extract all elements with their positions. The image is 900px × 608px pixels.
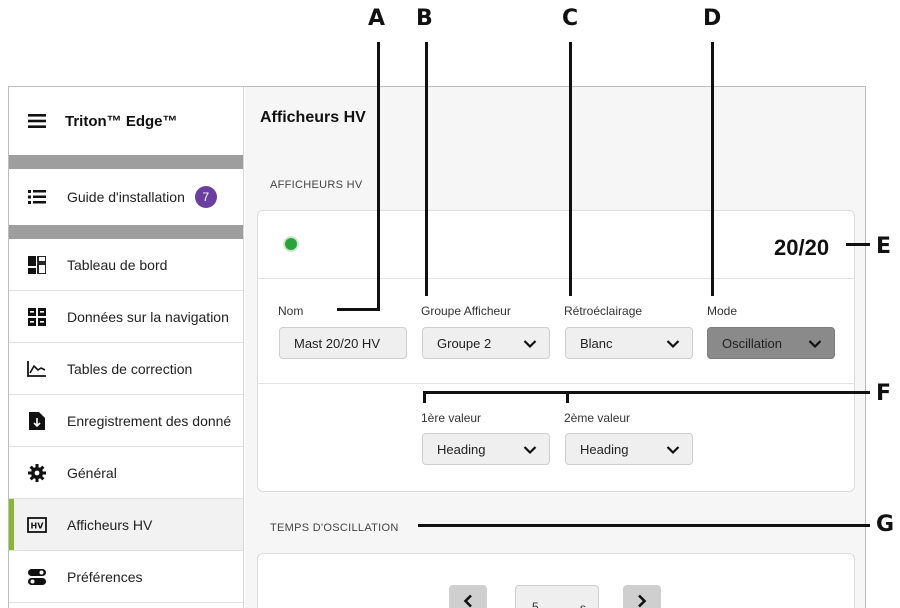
- count-badge: 7: [194, 186, 217, 208]
- correction-table-icon: [27, 359, 47, 379]
- callout-line-b: [425, 42, 428, 296]
- callout-line-f-right: [566, 391, 569, 403]
- second-value-select[interactable]: Heading: [565, 433, 693, 465]
- data-logging-icon: [27, 411, 47, 431]
- callout-line-d: [711, 42, 714, 296]
- callout-line-e: [846, 243, 870, 246]
- mode-label: Mode: [707, 304, 738, 318]
- hamburger-menu-icon[interactable]: [27, 111, 47, 131]
- sidebar-item-correction-tables[interactable]: Tables de correction: [9, 343, 243, 395]
- sidebar-item-setup-guide[interactable]: Guide d'installation 7: [9, 169, 243, 225]
- callout-a: A: [368, 6, 386, 31]
- sidebar-item-label: Enregistrement des donné: [67, 412, 232, 429]
- chevron-right-icon: [638, 594, 647, 608]
- toggles-icon: [27, 567, 47, 587]
- callout-line-f-horizontal: [423, 391, 870, 394]
- sidebar-item-label: Général: [67, 464, 117, 481]
- backlight-value: Blanc: [580, 335, 613, 351]
- callout-g: G: [876, 512, 895, 537]
- sidebar-item-label: Tableau de bord: [67, 256, 168, 273]
- sidebar-item-hv-displays[interactable]: HV Afficheurs HV: [9, 499, 243, 551]
- callout-line-f-left: [423, 391, 426, 403]
- app-window: Triton™ Edge™ Guide d'installation 7 Tab…: [8, 86, 866, 608]
- callout-d: D: [703, 6, 722, 31]
- oscillation-time-value: 5: [532, 600, 539, 608]
- sidebar-item-preferences[interactable]: Préférences: [9, 551, 243, 603]
- app-title: Triton™ Edge™: [65, 112, 178, 130]
- display-group-label: Groupe Afficheur: [421, 304, 511, 318]
- callout-line-c: [569, 42, 572, 296]
- display-group-select[interactable]: Groupe 2: [422, 327, 550, 359]
- callout-c: C: [562, 6, 579, 31]
- second-value-label: 2ème valeur: [564, 411, 631, 425]
- sidebar: Triton™ Edge™ Guide d'installation 7 Tab…: [9, 87, 244, 608]
- callout-line-a-vertical: [377, 42, 380, 311]
- chevron-down-icon: [666, 443, 680, 458]
- display-group-value: Groupe 2: [437, 335, 492, 351]
- chevron-down-icon: [523, 337, 537, 352]
- sidebar-item-navigation-data[interactable]: Données sur la navigation: [9, 291, 243, 343]
- sidebar-item-dashboard[interactable]: Tableau de bord: [9, 239, 243, 291]
- callout-line-g: [418, 524, 870, 527]
- dashboard-icon: [27, 255, 47, 275]
- card-divider: [258, 383, 854, 384]
- sidebar-item-label: Guide d'installation: [67, 189, 185, 205]
- chevron-down-icon: [808, 337, 822, 352]
- oscillation-card: 5 s: [257, 553, 855, 608]
- backlight-select[interactable]: Blanc: [565, 327, 693, 359]
- increment-button[interactable]: [623, 585, 661, 608]
- card-divider: [258, 278, 854, 279]
- svg-text:HV: HV: [31, 521, 45, 530]
- callout-b: B: [416, 6, 433, 31]
- first-value-value: Heading: [437, 441, 486, 457]
- sidebar-item-label: Préférences: [67, 568, 143, 585]
- callout-e: E: [876, 234, 892, 259]
- callout-line-a-horizontal: [337, 308, 380, 311]
- sidebar-item-general[interactable]: Général: [9, 447, 243, 499]
- sidebar-item-label: Données sur la navigation: [67, 308, 229, 325]
- mode-value: Oscillation: [722, 335, 782, 351]
- first-value-label: 1ère valeur: [421, 411, 482, 425]
- name-field[interactable]: Mast 20/20 HV: [279, 327, 407, 359]
- hv-display-card: 20/20 Nom Mast 20/20 HV Groupe Afficheur…: [257, 210, 855, 492]
- ratio-value: 20/20: [774, 235, 830, 260]
- section-heading-hv: AFFICHEURS HV: [270, 179, 363, 191]
- sidebar-divider: [9, 225, 243, 239]
- sidebar-header: Triton™ Edge™: [9, 87, 243, 155]
- backlight-label: Rétroéclairage: [564, 304, 643, 318]
- chevron-left-icon: [463, 594, 472, 608]
- page-title: Afficheurs HV: [260, 109, 366, 126]
- callout-f: F: [876, 381, 892, 406]
- hv-icon: HV: [27, 515, 47, 535]
- oscillation-time-unit: s: [580, 601, 586, 608]
- sidebar-item-label: Tables de correction: [67, 360, 193, 377]
- section-heading-oscillation: TEMPS D'OSCILLATION: [270, 522, 399, 534]
- name-label: Nom: [278, 304, 304, 318]
- first-value-select[interactable]: Heading: [422, 433, 550, 465]
- sidebar-item-label: Afficheurs HV: [67, 516, 153, 533]
- decrement-button[interactable]: [449, 585, 487, 608]
- oscillation-time-input[interactable]: 5 s: [515, 585, 599, 608]
- gear-icon: [27, 463, 47, 483]
- second-value-value: Heading: [580, 441, 629, 457]
- list-icon: [27, 187, 47, 207]
- nav-data-icon: [27, 307, 47, 327]
- mode-select[interactable]: Oscillation: [707, 327, 835, 359]
- main-content: Afficheurs HV AFFICHEURS HV 20/20 Nom Ma…: [245, 87, 865, 608]
- sidebar-divider: [9, 155, 243, 169]
- chevron-down-icon: [523, 443, 537, 458]
- status-indicator: [285, 238, 297, 250]
- sidebar-item-data-logging[interactable]: Enregistrement des donné: [9, 395, 243, 447]
- chevron-down-icon: [666, 337, 680, 352]
